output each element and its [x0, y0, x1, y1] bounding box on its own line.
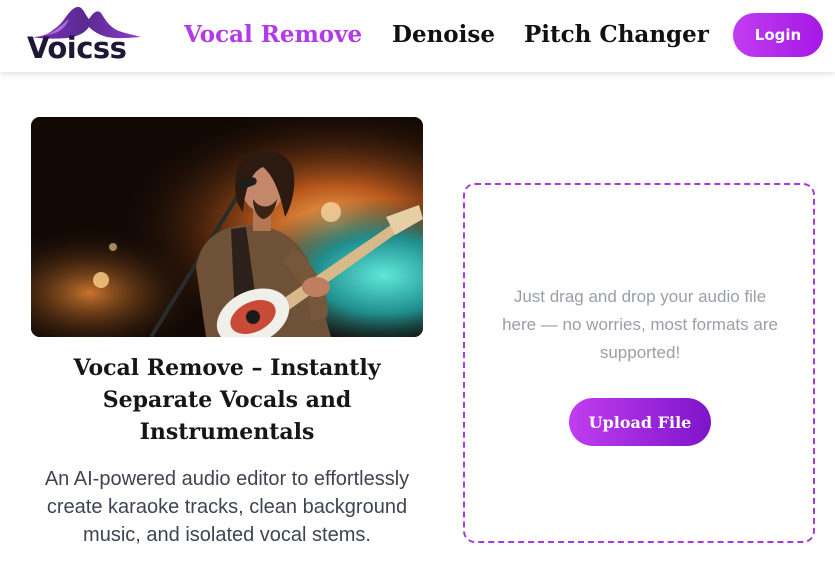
top-navigation-bar: Voicss Vocal Remove Denoise Pitch Change…	[0, 0, 835, 72]
nav-pitch-changer[interactable]: Pitch Changer	[524, 18, 709, 52]
page-description: An AI-powered audio editor to effortless…	[44, 468, 410, 546]
nav-denoise[interactable]: Denoise	[392, 18, 495, 52]
nav-vocal-remove[interactable]: Vocal Remove	[184, 18, 362, 52]
upload-file-button[interactable]: Upload File	[569, 398, 711, 446]
brand-name: Voicss	[27, 31, 127, 65]
page-title: Vocal Remove – Instantly Separate Vocals…	[73, 355, 381, 445]
guitarist-singing-on-stage-photo	[31, 117, 423, 337]
file-dropzone[interactable]: Just drag and drop your audio file here …	[463, 183, 815, 543]
hero-illustration	[31, 117, 423, 337]
brand-logo[interactable]: Voicss	[27, 5, 143, 65]
login-button[interactable]: Login	[733, 13, 823, 57]
dropzone-instructions: Just drag and drop your audio file here …	[502, 287, 778, 362]
